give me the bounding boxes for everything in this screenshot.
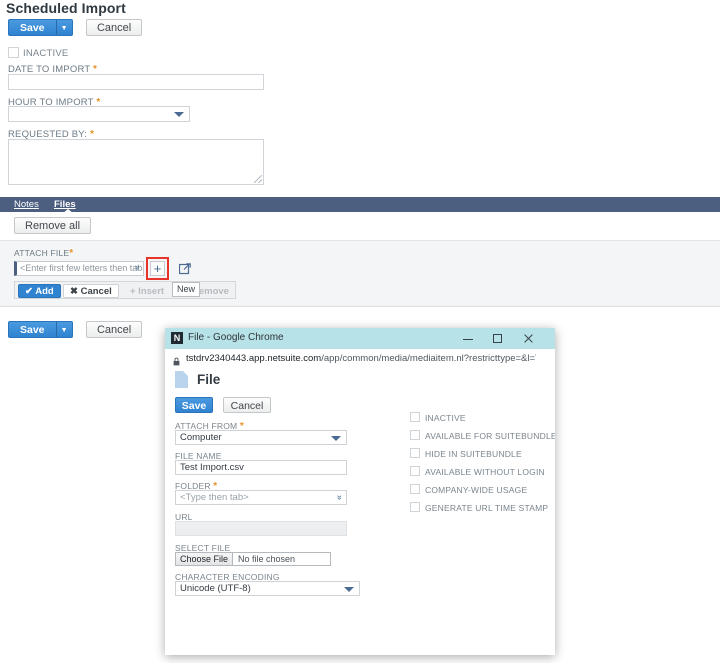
checkbox-label-generate-url-time-stamp: GENERATE URL TIME STAMP	[425, 503, 549, 513]
lock-icon	[173, 353, 180, 366]
popup-window-title: File - Google Chrome	[188, 332, 284, 343]
save-button-bottom[interactable]: Save	[8, 321, 57, 338]
bottom-button-row: Save ▼ Cancel	[8, 321, 143, 339]
inactive-label: INACTIVE	[23, 48, 69, 59]
close-icon[interactable]	[515, 328, 542, 349]
sublist-tabbar: Notes Files	[0, 197, 720, 214]
character-encoding-value: Unicode (UTF-8)	[180, 583, 251, 594]
maximize-icon[interactable]	[484, 328, 511, 349]
checkbox-available-for-suitebundles[interactable]	[410, 430, 420, 440]
popup-heading: File	[197, 372, 221, 387]
select-file-picker[interactable]: Choose File No file chosen	[175, 552, 331, 566]
popup-titlebar[interactable]: N File - Google Chrome	[165, 328, 555, 349]
resize-grip-icon[interactable]	[254, 175, 262, 183]
page-title: Scheduled Import	[6, 0, 126, 16]
popup-cancel-button[interactable]: Cancel	[223, 397, 271, 413]
hour-to-import-select[interactable]	[8, 106, 190, 122]
popup-body: File Save Cancel ATTACH FROM * Computer …	[165, 366, 555, 655]
inactive-checkbox[interactable]	[8, 47, 19, 58]
tab-notes[interactable]: Notes	[14, 199, 39, 210]
minimize-icon[interactable]	[455, 328, 482, 349]
no-file-chosen-text: No file chosen	[238, 554, 296, 564]
netsuite-favicon-icon: N	[171, 332, 183, 344]
sublist-button-toolbar: ✔ Add ✖ Cancel + Insert Remove	[14, 281, 236, 299]
checkbox-company-wide-usage[interactable]	[410, 484, 420, 494]
popup-save-button[interactable]: Save	[175, 397, 213, 413]
choose-file-button[interactable]: Choose File	[176, 553, 234, 565]
new-tooltip: New	[172, 282, 201, 297]
attach-file-label: ATTACH FILE*	[14, 248, 73, 259]
checkbox-label-available-without-login: AVAILABLE WITHOUT LOGIN	[425, 467, 545, 477]
save-dropdown-caret-icon-bottom[interactable]: ▼	[56, 321, 73, 338]
chevron-down-icon	[331, 436, 341, 441]
insert-button: + Insert	[130, 286, 165, 297]
checkbox-label-hide-in-suitebundle: HIDE IN SUITEBUNDLE	[425, 449, 522, 459]
folder-placeholder-text: <Type then tab>	[180, 492, 249, 503]
app-page: Scheduled Import Save ▼ Cancel INACTIVE D…	[0, 0, 720, 663]
checkbox-label-company-wide-usage: COMPANY-WIDE USAGE	[425, 485, 528, 495]
folder-input[interactable]: <Type then tab> »	[175, 490, 347, 505]
remove-all-button[interactable]: Remove all	[14, 217, 92, 234]
cancel-button-bottom[interactable]: Cancel	[85, 321, 143, 338]
file-popup-window: N File - Google Chrome tstdrv2340443.app…	[165, 328, 555, 655]
cancel-button[interactable]: Cancel	[85, 19, 143, 36]
new-plus-button[interactable]: +	[150, 261, 165, 276]
top-button-row: Save ▼ Cancel	[8, 19, 143, 37]
checkbox-label-inactive: INACTIVE	[425, 413, 466, 423]
attach-file-label-text: ATTACH FILE	[14, 248, 70, 258]
file-name-input[interactable]: Test Import.csv	[175, 460, 347, 475]
active-tab-pointer-icon	[62, 209, 74, 214]
chevron-down-icon	[174, 112, 184, 117]
chevron-down-icon	[344, 587, 354, 592]
url-input	[175, 521, 347, 536]
checkbox-generate-url-time-stamp[interactable]	[410, 502, 420, 512]
save-dropdown-caret-icon[interactable]: ▼	[56, 19, 73, 36]
open-popout-icon[interactable]	[178, 262, 191, 275]
checkbox-available-without-login[interactable]	[410, 466, 420, 476]
sublist-cancel-button[interactable]: ✖ Cancel	[63, 284, 119, 298]
attach-file-lookup-input[interactable]: <Enter first few letters then tab>	[14, 261, 144, 276]
double-chevron-down-icon[interactable]: »	[133, 265, 143, 270]
popup-url-path: /app/common/media/mediaitem.nl?restrictt…	[321, 353, 536, 364]
checkbox-inactive[interactable]	[410, 412, 420, 422]
required-asterisk: *	[69, 248, 74, 259]
checkbox-hide-in-suitebundle[interactable]	[410, 448, 420, 458]
checkbox-label-available-for-suitebundles: AVAILABLE FOR SUITEBUNDLES	[425, 431, 555, 441]
requested-by-textarea[interactable]	[8, 139, 264, 185]
popup-urlbar[interactable]: tstdrv2340443.app.netsuite.com/app/commo…	[165, 349, 555, 367]
attach-from-value: Computer	[180, 432, 222, 443]
date-to-import-input[interactable]	[8, 74, 264, 90]
character-encoding-select[interactable]: Unicode (UTF-8)	[175, 581, 360, 596]
popup-url-host: tstdrv2340443.app.netsuite.com	[186, 353, 322, 364]
file-document-icon	[175, 371, 188, 388]
popup-url-text: tstdrv2340443.app.netsuite.com/app/commo…	[186, 353, 536, 364]
add-button[interactable]: ✔ Add	[18, 284, 61, 298]
save-button[interactable]: Save	[8, 19, 57, 36]
double-chevron-down-icon[interactable]: »	[335, 495, 345, 500]
attach-from-select[interactable]: Computer	[175, 430, 347, 445]
